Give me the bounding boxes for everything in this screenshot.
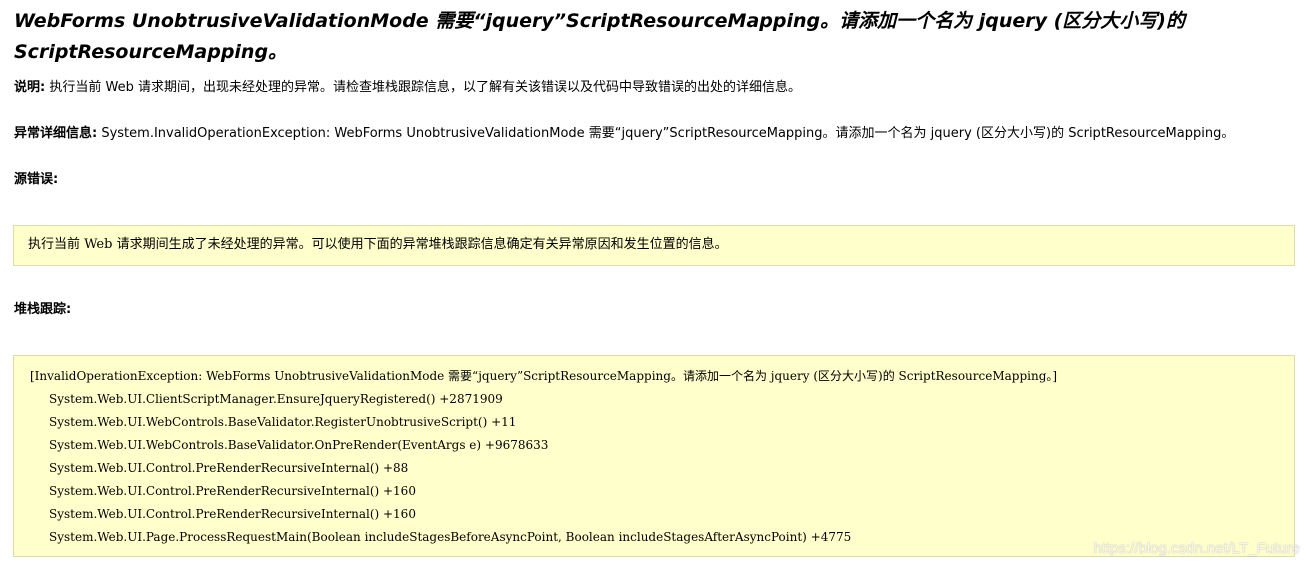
- stack-trace-frame: System.Web.UI.Page.ProcessRequestMain(Bo…: [49, 530, 852, 544]
- stack-trace-frame: System.Web.UI.WebControls.BaseValidator.…: [49, 415, 517, 429]
- error-page: WebForms UnobtrusiveValidationMode 需要“jq…: [0, 0, 1310, 568]
- stack-trace-frame: System.Web.UI.WebControls.BaseValidator.…: [49, 438, 549, 452]
- source-error-text: 执行当前 Web 请求期间生成了未经处理的异常。可以使用下面的异常堆栈跟踪信息确…: [28, 237, 728, 252]
- error-description: 说明: 执行当前 Web 请求期间，出现未经处理的异常。请检查堆栈跟踪信息，以了…: [14, 79, 1294, 97]
- description-label: 说明:: [14, 80, 46, 95]
- source-error-box: 执行当前 Web 请求期间生成了未经处理的异常。可以使用下面的异常堆栈跟踪信息确…: [13, 225, 1295, 266]
- source-error-heading: 源错误:: [14, 172, 59, 187]
- error-title: WebForms UnobtrusiveValidationMode 需要“jq…: [14, 10, 1185, 63]
- watermark: https://blog.csdn.net/LT_Future: [1093, 540, 1300, 557]
- exception-label: 异常详细信息:: [14, 126, 98, 141]
- stack-trace-frame: System.Web.UI.Control.PreRenderRecursive…: [49, 507, 416, 521]
- description-text: 执行当前 Web 请求期间，出现未经处理的异常。请检查堆栈跟踪信息，以了解有关该…: [49, 80, 801, 95]
- stack-trace-heading: 堆栈跟踪:: [14, 302, 72, 317]
- exception-details: 异常详细信息: System.InvalidOperationException…: [14, 125, 1294, 143]
- exception-text: System.InvalidOperationException: WebFor…: [101, 126, 1235, 141]
- stack-trace-box: [InvalidOperationException: WebForms Uno…: [13, 355, 1295, 557]
- stack-trace-frame: System.Web.UI.Control.PreRenderRecursive…: [49, 484, 416, 498]
- stack-trace-frame: System.Web.UI.Control.PreRenderRecursive…: [49, 461, 409, 475]
- stack-trace-exception-line: [InvalidOperationException: WebForms Uno…: [30, 369, 1058, 383]
- stack-trace-frame: System.Web.UI.ClientScriptManager.Ensure…: [49, 392, 503, 406]
